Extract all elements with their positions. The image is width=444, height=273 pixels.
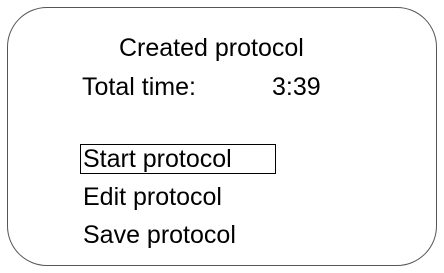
total-time-label: Total time:	[82, 73, 196, 101]
menu-item-save-protocol[interactable]: Save protocol	[83, 221, 236, 250]
screen-title: Created protocol	[119, 34, 304, 62]
menu-item-start-protocol[interactable]: Start protocol	[83, 145, 232, 174]
menu-item-edit-protocol[interactable]: Edit protocol	[83, 183, 222, 212]
total-time-value: 3:39	[272, 73, 321, 101]
